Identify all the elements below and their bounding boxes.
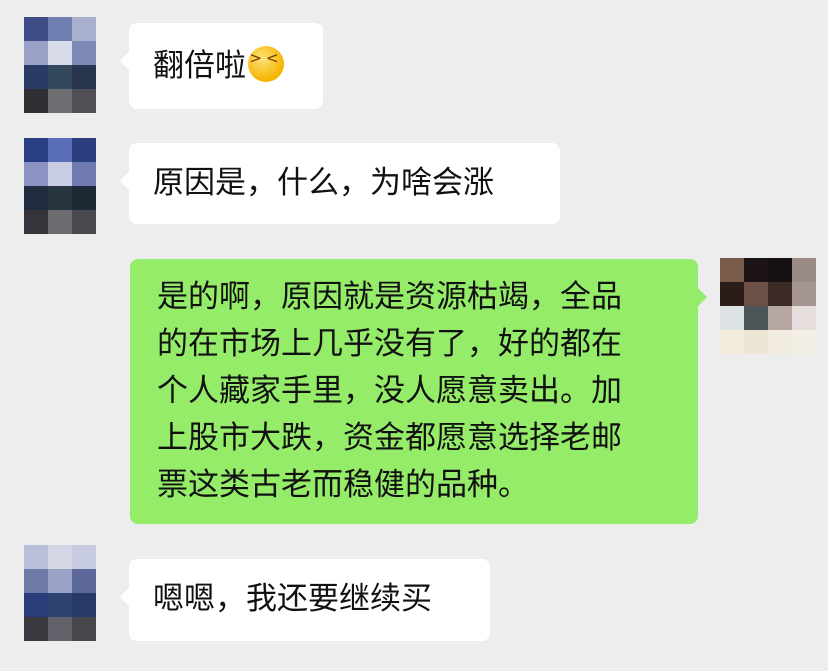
message-text-line: 上股市大跌，资金都愿意选择老邮 [157, 420, 622, 456]
incoming-message-bubble[interactable]: 原因是，什么，为啥会涨 [120, 143, 560, 224]
incoming-message-bubble[interactable]: 嗯嗯，我还要继续买 [120, 559, 490, 641]
contact-avatar-pixelated[interactable] [24, 138, 96, 234]
message-text: 翻倍啦 [153, 43, 299, 90]
contact-avatar-pixelated[interactable] [24, 545, 96, 641]
message-text-line: 是的啊，原因就是资源枯竭，全品 [157, 279, 622, 315]
incoming-message-bubble[interactable]: 翻倍啦 [120, 23, 323, 109]
message-text-line: 个人藏家手里，没人愿意卖出。加 [157, 373, 622, 409]
contact-avatar-pixelated[interactable] [24, 17, 96, 113]
outgoing-message-bubble[interactable]: 是的啊，原因就是资源枯竭，全品 的在市场上几乎没有了，好的都在 个人藏家手里，没… [130, 259, 707, 524]
message-text: 原因是，什么，为啥会涨 [153, 165, 494, 201]
message-text-line: 的在市场上几乎没有了，好的都在 [157, 326, 622, 362]
message-text: 嗯嗯，我还要继续买 [153, 581, 432, 617]
message-text-line: 票这类古老而稳健的品种。 [157, 467, 529, 503]
grinning-squinting-face-emoji-icon [248, 46, 284, 82]
my-avatar-pixelated[interactable] [720, 258, 816, 354]
